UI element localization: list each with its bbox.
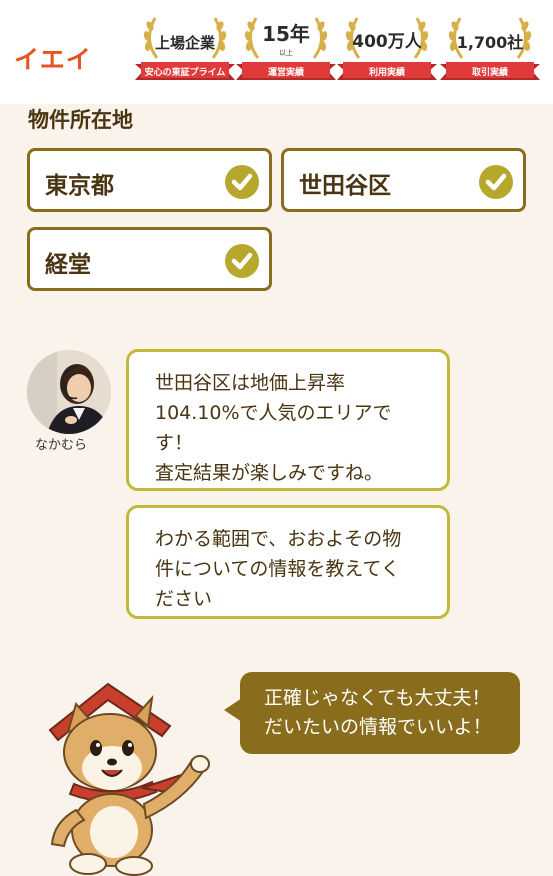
- mascot-dog-icon: [48, 682, 210, 876]
- mascot-line: だいたいの情報でいいよ！: [264, 716, 492, 738]
- message-line: 件についての情報を教えてく: [155, 558, 400, 580]
- check-icon: [225, 165, 259, 199]
- badge-ribbon-text: 取引実績: [471, 68, 508, 78]
- section-title: 物件所在地: [28, 108, 133, 132]
- agent-message-bubble: 世田谷区は地価上昇率 104.10%で人気のエリアで す！ 査定結果が楽しみです…: [126, 349, 450, 491]
- badge-main: 400万人: [352, 32, 422, 52]
- location-town-button[interactable]: 経堂: [27, 227, 272, 291]
- mascot-line: 正確じゃなくても大丈夫！: [264, 687, 491, 709]
- agent-photo: [27, 350, 111, 434]
- location-label: 東京都: [45, 173, 114, 199]
- badge-ribbon-text: 利用実績: [368, 68, 405, 78]
- location-label: 経堂: [45, 252, 91, 278]
- message-line: す！: [155, 432, 194, 454]
- badge-users: 400万人 利用実績: [337, 10, 437, 92]
- location-prefecture-button[interactable]: 東京都: [27, 148, 272, 212]
- agent-message-bubble: わかる範囲で、おおよその物 件についての情報を教えてく ださい: [126, 505, 450, 619]
- message-line: 査定結果が楽しみですね。: [155, 462, 384, 484]
- badge-ribbon-text: 安心の東証プライム: [144, 68, 226, 78]
- badge-ribbon-text: 運営実績: [267, 68, 304, 78]
- check-icon: [225, 244, 259, 278]
- check-icon: [479, 165, 513, 199]
- message-line: わかる範囲で、おおよその物: [155, 528, 402, 550]
- bubble-tail: [224, 698, 242, 722]
- agent-name: なかむら: [35, 438, 88, 453]
- avatar: [27, 350, 111, 434]
- header: イエイ 上場企業 安心の東証プライム 15年 以上 運営実績 400万人 利用実…: [0, 0, 553, 104]
- logo[interactable]: イエイ: [14, 40, 92, 76]
- badge-sub: 以上: [279, 49, 293, 57]
- location-label: 世田谷区: [299, 173, 391, 199]
- badge-main: 1,700社: [456, 33, 524, 52]
- location-ward-button[interactable]: 世田谷区: [281, 148, 526, 212]
- badge-listed: 上場企業 安心の東証プライム: [135, 10, 235, 92]
- badge-main: 上場企業: [154, 34, 215, 52]
- badge-main: 15年: [262, 22, 310, 46]
- message-line: 世田谷区は地価上昇率: [155, 372, 346, 394]
- message-line: ださい: [155, 588, 213, 610]
- message-line: 104.10%で人気のエリアで: [155, 402, 392, 424]
- badge-companies: 1,700社 取引実績: [440, 10, 540, 92]
- mascot-speech-bubble: 正確じゃなくても大丈夫！ だいたいの情報でいいよ！: [224, 672, 520, 754]
- badge-years: 15年 以上 運営実績: [236, 10, 336, 92]
